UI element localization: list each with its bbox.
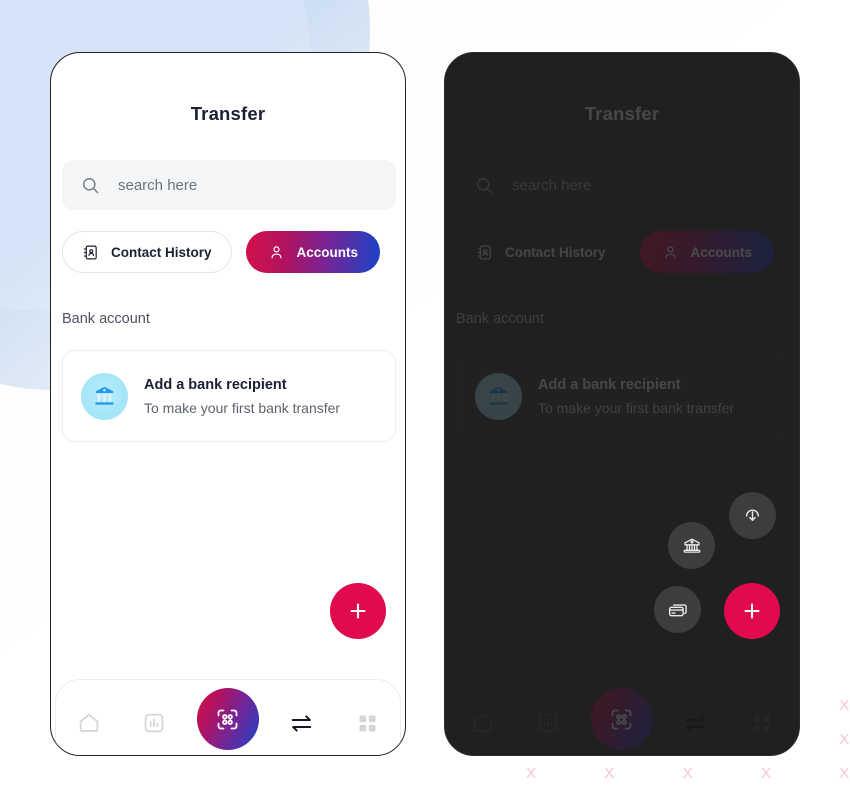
recipient-card-subtitle: To make your first bank transfer bbox=[144, 399, 341, 416]
filter-chip-row: Contact History Accounts bbox=[62, 231, 381, 273]
nav-item-scan[interactable] bbox=[196, 688, 259, 750]
nav-item-transfer-dark[interactable] bbox=[673, 700, 719, 746]
chip-accounts[interactable]: Accounts bbox=[245, 231, 381, 273]
chip-contact-history-dark[interactable]: Contact History bbox=[456, 231, 626, 273]
grid-icon bbox=[753, 714, 770, 732]
chip-accounts-dark[interactable]: Accounts bbox=[639, 231, 775, 273]
qr-scan-icon bbox=[612, 709, 632, 729]
nav-item-home-dark[interactable] bbox=[460, 700, 506, 746]
chip-label-accounts: Accounts bbox=[296, 244, 359, 260]
recipient-card-text: Add a bank recipient To make your first … bbox=[144, 377, 340, 416]
recipient-card-title-dark: Add a bank recipient bbox=[538, 376, 681, 393]
contact-book-icon bbox=[476, 244, 493, 261]
bottom-navigation-dark bbox=[449, 679, 795, 755]
section-label-bank-account-dark: Bank account bbox=[456, 311, 544, 327]
user-icon bbox=[268, 244, 285, 261]
page-title-dark: Transfer bbox=[584, 103, 660, 124]
chip-label-contact-history: Contact History bbox=[111, 244, 212, 260]
home-icon bbox=[473, 713, 493, 732]
search-input[interactable]: search here bbox=[62, 160, 396, 210]
phone-mockup-light: Transfer search here Contact History Acc… bbox=[50, 52, 406, 756]
search-placeholder: search here bbox=[118, 176, 198, 194]
phone-mockup-dark: Transfer search here Contact History Acc… bbox=[444, 52, 800, 756]
user-icon bbox=[662, 244, 679, 261]
screen-dark: Transfer search here Contact History Acc… bbox=[445, 53, 799, 755]
plus-icon bbox=[350, 603, 366, 619]
plus-icon bbox=[744, 603, 760, 619]
home-icon bbox=[79, 713, 99, 732]
add-bank-recipient-card[interactable]: Add a bank recipient To make your first … bbox=[62, 350, 396, 442]
chip-label-contact-history-dark: Contact History bbox=[505, 244, 606, 260]
nav-item-scan-dark[interactable] bbox=[590, 688, 653, 750]
add-fab-button-dark[interactable] bbox=[724, 583, 780, 639]
nav-item-statistics[interactable] bbox=[131, 700, 177, 746]
nav-item-transfer[interactable] bbox=[279, 700, 325, 746]
add-bank-recipient-card-dark[interactable]: Add a bank recipient To make your first … bbox=[456, 350, 790, 442]
speed-dial-receive-button[interactable] bbox=[729, 492, 776, 539]
filter-chip-row-dark: Contact History Accounts bbox=[456, 231, 775, 273]
search-input-dark[interactable]: search here bbox=[456, 160, 790, 210]
add-fab-button[interactable] bbox=[330, 583, 386, 639]
nav-item-apps[interactable] bbox=[344, 700, 390, 746]
recipient-card-subtitle-dark: To make your first bank transfer bbox=[538, 399, 735, 416]
credit-cards-icon bbox=[668, 603, 687, 616]
speed-dial-bank-button[interactable] bbox=[668, 522, 715, 569]
screen-light: Transfer search here Contact History Acc… bbox=[51, 53, 405, 755]
qr-scan-icon bbox=[218, 709, 238, 729]
search-placeholder-dark: search here bbox=[512, 176, 592, 194]
bottom-navigation bbox=[55, 679, 401, 755]
chip-contact-history[interactable]: Contact History bbox=[62, 231, 232, 273]
transfer-arrows-icon bbox=[291, 714, 312, 732]
bank-outline-icon bbox=[683, 538, 700, 553]
nav-item-apps-dark[interactable] bbox=[738, 700, 784, 746]
recipient-card-title: Add a bank recipient bbox=[144, 376, 287, 393]
nav-item-statistics-dark[interactable] bbox=[525, 700, 571, 746]
page-title: Transfer bbox=[190, 103, 266, 124]
receive-arrow-icon bbox=[745, 509, 760, 521]
screen-dark-content: Transfer search here Contact History Acc… bbox=[445, 53, 799, 755]
recipient-card-text-dark: Add a bank recipient To make your first … bbox=[538, 377, 734, 416]
bank-building-icon bbox=[475, 372, 522, 420]
bank-building-icon bbox=[81, 372, 128, 420]
bar-chart-icon bbox=[145, 713, 164, 733]
search-icon bbox=[81, 176, 100, 195]
grid-icon bbox=[359, 714, 376, 732]
bar-chart-icon bbox=[539, 713, 558, 733]
chip-label-accounts-dark: Accounts bbox=[690, 244, 753, 260]
section-label-bank-account: Bank account bbox=[62, 311, 150, 327]
contact-book-icon bbox=[82, 244, 99, 261]
nav-item-home[interactable] bbox=[66, 700, 112, 746]
speed-dial-card-button[interactable] bbox=[654, 586, 701, 633]
transfer-arrows-icon bbox=[685, 714, 706, 732]
search-icon bbox=[475, 176, 494, 195]
